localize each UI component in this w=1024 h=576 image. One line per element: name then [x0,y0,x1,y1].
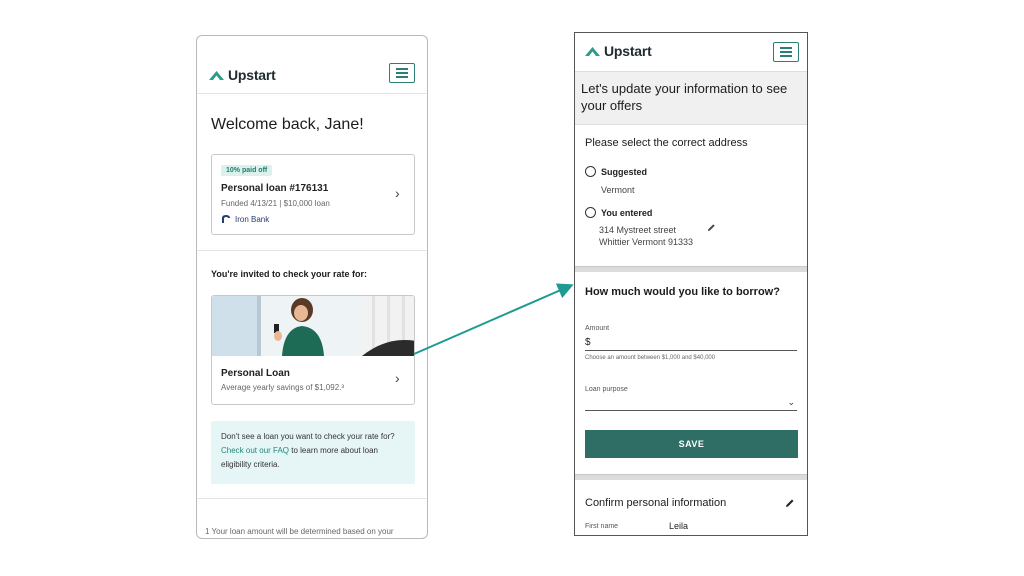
faq-callout: Don't see a loan you want to check your … [211,421,415,484]
amount-label: Amount [585,325,610,332]
entered-address-line1: 314 Mystreet street [599,225,677,235]
radio-button-icon[interactable] [585,166,596,177]
divider [197,498,427,499]
update-info-banner: Let's update your information to see you… [575,71,807,125]
bank-row: Iron Bank [221,214,269,224]
suggested-address-value: Vermont [601,185,635,195]
personal-loan-offer-card[interactable]: Personal Loan Average yearly savings of … [211,295,415,405]
chevron-right-icon: › [395,185,400,201]
radio-button-icon[interactable] [585,207,596,218]
offer-photo-image [212,296,414,356]
entered-address-radio[interactable]: You entered [585,207,652,218]
pencil-edit-icon[interactable] [785,498,795,508]
first-name-label: First name [585,523,619,530]
suggested-address-radio[interactable]: Suggested [585,166,647,177]
iron-bank-icon [222,215,230,223]
offer-subtitle: Average yearly savings of $1,092.³ [221,383,345,392]
loan-purpose-select[interactable]: ⌄ [585,395,797,411]
chevron-down-icon: ⌄ [787,397,795,407]
brand-name: Upstart [228,67,276,83]
loan-card[interactable]: 10% paid off Personal loan #176131 Funde… [211,154,415,235]
loan-purpose-label: Loan purpose [585,386,628,393]
amount-help-text: Choose an amount between $1,000 and $40,… [585,355,716,361]
save-button[interactable]: SAVE [585,430,798,458]
hamburger-menu-icon[interactable] [773,42,799,62]
divider [197,250,427,251]
right-header: Upstart [575,33,807,71]
loan-subtitle: Funded 4/13/21 | $10,000 loan [221,199,330,208]
first-name-value: Leila [669,521,689,531]
amount-input[interactable]: $ [585,335,797,351]
brand-logo[interactable]: Upstart [209,67,276,83]
upstart-logo-icon [585,47,600,56]
brand-logo[interactable]: Upstart [585,43,652,59]
loan-title: Personal loan #176131 [221,183,329,194]
entered-address-line2: Whittier Vermont 91333 [599,237,694,247]
paid-off-badge: 10% paid off [221,165,273,176]
faq-text-before: Don't see a loan you want to check your … [221,432,395,441]
section-separator [575,266,807,272]
personal-info-title: Confirm personal information [585,497,727,509]
entered-label: You entered [601,207,653,218]
bank-name: Iron Bank [235,214,270,224]
amount-prefix: $ [585,337,591,348]
brand-name: Upstart [604,43,652,59]
section-separator [575,474,807,480]
right-phone-screen: Upstart Let's update your information to… [574,32,808,536]
chevron-right-icon: › [395,370,400,386]
offer-title: Personal Loan [221,368,290,379]
invite-heading: You're invited to check your rate for: [211,269,368,279]
suggested-label: Suggested [601,166,648,177]
left-phone-screen: Upstart Welcome back, Jane! 10% paid off… [196,35,428,539]
pencil-edit-icon[interactable] [707,223,716,232]
upstart-logo-icon [209,71,224,80]
address-section-title: Please select the correct address [585,137,748,149]
faq-link[interactable]: Check out our FAQ [221,446,289,455]
connector-arrow [413,283,574,355]
hamburger-menu-icon[interactable] [389,63,415,83]
left-header: Upstart [197,36,427,94]
welcome-heading: Welcome back, Jane! [211,116,364,133]
footnote: 1 Your loan amount will be determined ba… [205,527,394,536]
borrow-section-title: How much would you like to borrow? [585,286,780,298]
